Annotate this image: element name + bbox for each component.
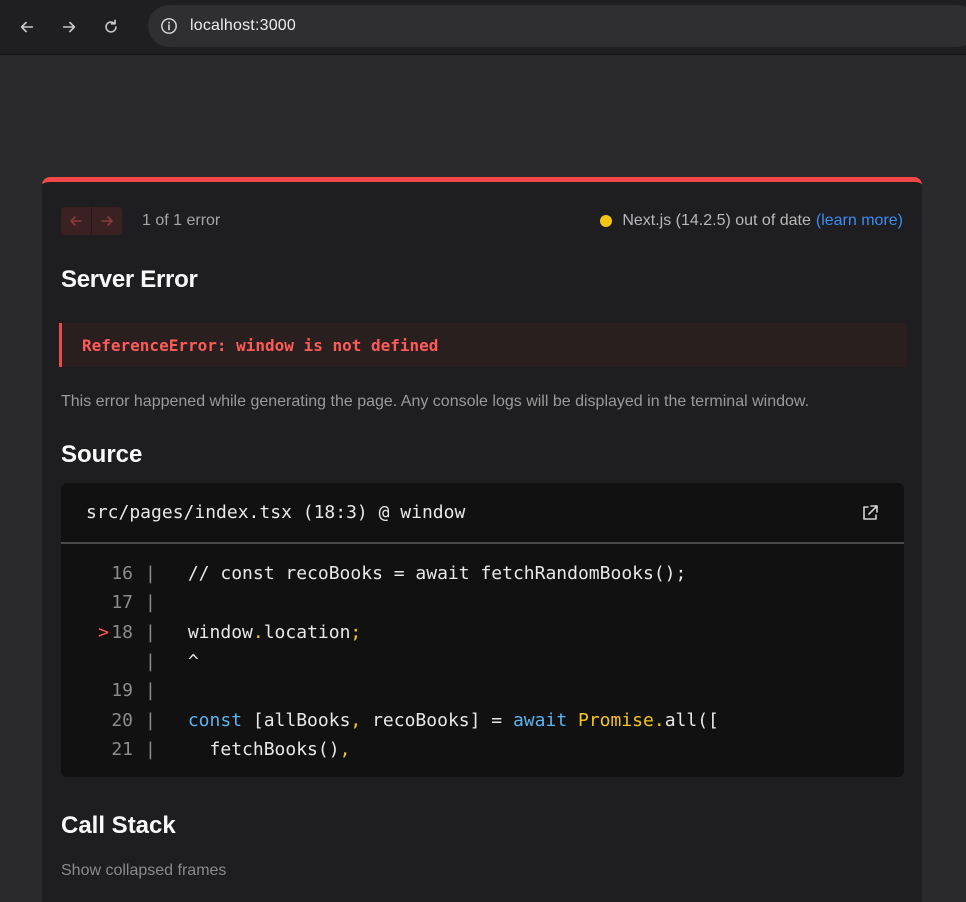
- code-text: window.location;: [187, 621, 362, 643]
- code-line-highlighted: > 18 | window.location;: [61, 618, 904, 647]
- code-frame-header[interactable]: src/pages/index.tsx (18:3) @ window: [61, 483, 904, 544]
- code-lines: 16 | // const recoBooks = await fetchRan…: [61, 544, 904, 764]
- browser-toolbar: localhost:3000: [0, 0, 966, 55]
- error-message-box: ReferenceError: window is not defined: [59, 323, 907, 367]
- previous-error-button[interactable]: [61, 207, 91, 235]
- warning-dot-icon: [600, 215, 613, 227]
- page-title: Server Error: [61, 266, 198, 293]
- arrow-right-icon: [101, 216, 113, 226]
- reload-icon: [105, 19, 117, 33]
- error-pager: [61, 207, 122, 235]
- open-in-editor-icon[interactable]: [860, 503, 880, 523]
- call-stack-heading: Call Stack: [61, 812, 176, 839]
- line-number: 20: [111, 709, 133, 731]
- line-number: 16: [111, 563, 133, 585]
- code-line: 21 | fetchBooks(),: [61, 735, 904, 764]
- code-line: 16 | // const recoBooks = await fetchRan…: [61, 559, 904, 588]
- code-text: fetchBooks(),: [187, 738, 351, 760]
- line-number: 18: [111, 621, 133, 643]
- forward-button[interactable]: [55, 13, 83, 41]
- line-number: 17: [111, 592, 133, 614]
- arrow-left-icon: [20, 21, 34, 33]
- arrow-right-icon: [62, 21, 76, 33]
- learn-more-link[interactable]: (learn more): [816, 212, 903, 230]
- overlay-header: 1 of 1 error Next.js (14.2.5) out of dat…: [61, 206, 903, 236]
- code-frame: src/pages/index.tsx (18:3) @ window 16 |…: [61, 483, 904, 777]
- reload-button[interactable]: [97, 13, 125, 41]
- show-collapsed-frames-button[interactable]: Show collapsed frames: [61, 862, 226, 880]
- error-message: ReferenceError: window is not defined: [82, 335, 439, 355]
- code-line: 19 |: [61, 676, 904, 705]
- next-error-button[interactable]: [92, 207, 122, 235]
- site-info-icon[interactable]: [160, 17, 178, 35]
- version-status: Next.js (14.2.5) out of date (learn more…: [600, 212, 903, 230]
- arrow-left-icon: [70, 216, 82, 226]
- url-text: localhost:3000: [190, 17, 296, 34]
- code-text: const [allBooks, recoBooks] = await Prom…: [187, 709, 719, 731]
- back-button[interactable]: [13, 13, 41, 41]
- source-file-location[interactable]: src/pages/index.tsx (18:3) @ window: [86, 502, 465, 523]
- version-text: Next.js (14.2.5) out of date: [622, 212, 811, 229]
- error-explanation: This error happened while generating the…: [61, 393, 810, 410]
- error-caret: ^: [187, 651, 199, 673]
- error-overlay: 1 of 1 error Next.js (14.2.5) out of dat…: [42, 177, 922, 902]
- code-line: 17 |: [61, 588, 904, 617]
- error-count: 1 of 1 error: [142, 212, 221, 229]
- line-number: 19: [111, 680, 133, 702]
- address-bar[interactable]: localhost:3000: [148, 5, 966, 47]
- error-line-marker: >: [98, 621, 109, 643]
- code-line: 20 | const [allBooks, recoBooks] = await…: [61, 705, 904, 734]
- code-text: // const recoBooks = await fetchRandomBo…: [187, 563, 687, 585]
- code-line: | ^: [145, 651, 199, 673]
- line-number: 21: [111, 738, 133, 760]
- source-heading: Source: [61, 441, 143, 468]
